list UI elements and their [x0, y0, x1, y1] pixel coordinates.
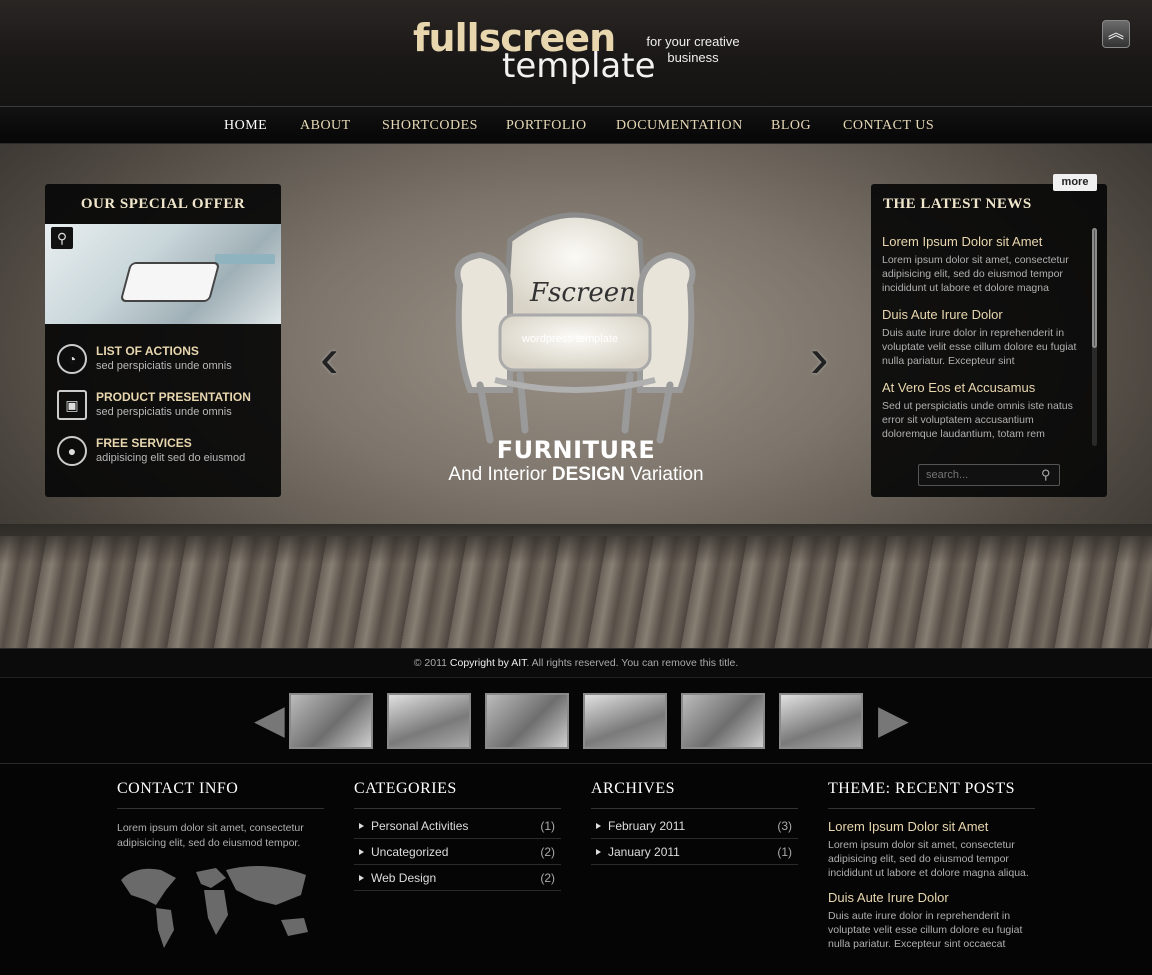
- thumbnail[interactable]: [681, 693, 765, 749]
- slider-prev-arrow-icon[interactable]: ‹: [320, 330, 339, 386]
- recent-post-title[interactable]: Lorem Ipsum Dolor sit Amet: [828, 819, 1035, 834]
- nav-documentation[interactable]: DOCUMENTATION: [616, 118, 743, 134]
- search-icon[interactable]: ⚲: [1041, 467, 1051, 483]
- archive-label[interactable]: February 2011: [608, 819, 685, 833]
- magnifier-icon[interactable]: ⚲: [51, 227, 73, 249]
- news-item-title[interactable]: Lorem Ipsum Dolor sit Amet: [882, 234, 1080, 249]
- site-header: fullscreen template for your creative bu…: [0, 0, 1152, 106]
- recent-posts-title: THEME: RECENT POSTS: [828, 780, 1035, 809]
- thumbnail[interactable]: [387, 693, 471, 749]
- copyright-pre: © 2011: [413, 657, 450, 669]
- contact-info-title: CONTACT INFO: [117, 780, 324, 809]
- archives-column: ARCHIVES February 2011 (3) January 2011 (1…: [591, 780, 798, 865]
- category-label[interactable]: Personal Activities: [371, 819, 468, 833]
- news-item-title[interactable]: Duis Aute Irure Dolor: [882, 307, 1080, 322]
- archives-title: ARCHIVES: [591, 780, 798, 809]
- recent-post[interactable]: Duis Aute Irure Dolor Duis aute irure do…: [828, 890, 1035, 951]
- nav-portfolio[interactable]: PORTFOLIO: [506, 118, 587, 134]
- special-offer-title: OUR SPECIAL OFFER: [80, 196, 246, 212]
- offer-item-title: PRODUCT PRESENTATION: [96, 390, 251, 404]
- category-count: (2): [540, 871, 555, 885]
- news-item-body: Lorem ipsum dolor sit amet, consectetur …: [882, 254, 1069, 294]
- recent-post-body: Lorem ipsum dolor sit amet, consectetur …: [828, 839, 1029, 879]
- offer-image[interactable]: [45, 224, 281, 324]
- recent-post-body: Duis aute irure dolor in reprehenderit i…: [828, 910, 1023, 950]
- offer-item-title: LIST OF ACTIONS: [96, 344, 199, 358]
- contact-info-text: Lorem ipsum dolor sit amet, consectetur …: [117, 822, 304, 849]
- category-item[interactable]: Personal Activities (1): [354, 813, 561, 839]
- copyright-link[interactable]: Copyright by AIT: [450, 657, 526, 669]
- news-item-body: Sed ut perspiciatis unde omnis iste natu…: [882, 400, 1073, 440]
- recent-post[interactable]: Lorem Ipsum Dolor sit Amet Lorem ipsum d…: [828, 819, 1035, 880]
- speedometer-icon: ◔: [57, 344, 87, 374]
- contact-info-column: CONTACT INFO Lorem ipsum dolor sit amet,…: [117, 780, 324, 851]
- news-item[interactable]: Duis Aute Irure Dolor Duis aute irure do…: [882, 307, 1080, 368]
- nav-about[interactable]: ABOUT: [300, 118, 351, 134]
- nav-blog[interactable]: BLOG: [771, 118, 811, 134]
- thumbnail[interactable]: [779, 693, 863, 749]
- news-item-title[interactable]: At Vero Eos et Accusamus: [882, 380, 1080, 395]
- category-label[interactable]: Uncategorized: [371, 845, 448, 859]
- world-map-icon: [121, 866, 308, 948]
- category-count: (1): [540, 819, 555, 833]
- archive-item[interactable]: January 2011 (1): [591, 839, 798, 865]
- offer-item-list-of-actions[interactable]: ◔ LIST OF ACTIONS sed perspiciatis unde …: [57, 344, 272, 380]
- offer-item-sub: sed perspiciatis unde omnis: [96, 360, 232, 372]
- categories-title: CATEGORIES: [354, 780, 561, 809]
- search-input[interactable]: [918, 464, 1060, 486]
- chair-caption: wordpress template: [522, 333, 618, 345]
- logo-template[interactable]: template: [502, 48, 655, 84]
- copyright-post: . All rights reserved. You can remove th…: [526, 657, 739, 669]
- hero-subtitle-bold: DESIGN: [551, 464, 625, 485]
- category-label[interactable]: Web Design: [371, 871, 436, 885]
- hero-subtitle-pre: And Interior: [448, 464, 552, 485]
- thumbs-next-arrow-icon[interactable]: ▶: [878, 700, 909, 740]
- logo-tagline: for your creative business: [646, 34, 740, 65]
- copyright-bar: © 2011 Copyright by AIT. All rights rese…: [0, 648, 1152, 678]
- double-chevron-up-icon[interactable]: ︽: [1102, 20, 1130, 48]
- nav-contact-us[interactable]: CONTACT US: [843, 118, 934, 134]
- news-item-body: Duis aute irure dolor in reprehenderit i…: [882, 327, 1077, 367]
- news-scrollbar[interactable]: [1092, 228, 1097, 446]
- chair-logo: Fscreen: [530, 278, 636, 308]
- archive-count: (1): [777, 845, 792, 859]
- news-item[interactable]: At Vero Eos et Accusamus Sed ut perspici…: [882, 380, 1080, 441]
- recent-posts-column: THEME: RECENT POSTS Lorem Ipsum Dolor si…: [828, 780, 1035, 951]
- hero-subtitle-post: Variation: [624, 464, 704, 485]
- recent-post-title[interactable]: Duis Aute Irure Dolor: [828, 890, 1035, 905]
- thumbnail[interactable]: [485, 693, 569, 749]
- archive-item[interactable]: February 2011 (3): [591, 813, 798, 839]
- main-nav: HOME ABOUT SHORTCODES PORTFOLIO DOCUMENT…: [0, 106, 1152, 144]
- thumbnail[interactable]: [289, 693, 373, 749]
- news-item[interactable]: Lorem Ipsum Dolor sit Amet Lorem ipsum d…: [882, 234, 1080, 295]
- nav-shortcodes[interactable]: SHORTCODES: [382, 118, 478, 134]
- categories-column: CATEGORIES Personal Activities (1) Uncate…: [354, 780, 561, 891]
- latest-news-title: THE LATEST NEWS: [883, 196, 1032, 212]
- armchair-image: [454, 212, 696, 444]
- thumbs-prev-arrow-icon[interactable]: ◀: [254, 700, 285, 740]
- slider-next-arrow-icon[interactable]: ›: [810, 330, 829, 386]
- category-item[interactable]: Web Design (2): [354, 865, 561, 891]
- category-count: (2): [540, 845, 555, 859]
- category-item[interactable]: Uncategorized (2): [354, 839, 561, 865]
- nav-home[interactable]: HOME: [224, 118, 267, 134]
- offer-item-sub: sed perspiciatis unde omnis: [96, 406, 232, 418]
- archive-label[interactable]: January 2011: [608, 845, 680, 859]
- more-button[interactable]: more: [1053, 174, 1097, 191]
- suitcase-icon: ▣: [57, 390, 87, 420]
- offer-item-product-presentation[interactable]: ▣ PRODUCT PRESENTATION sed perspiciatis …: [57, 390, 272, 426]
- thumbnail[interactable]: [583, 693, 667, 749]
- thumbnail-strip: [0, 679, 1152, 764]
- archive-count: (3): [777, 819, 792, 833]
